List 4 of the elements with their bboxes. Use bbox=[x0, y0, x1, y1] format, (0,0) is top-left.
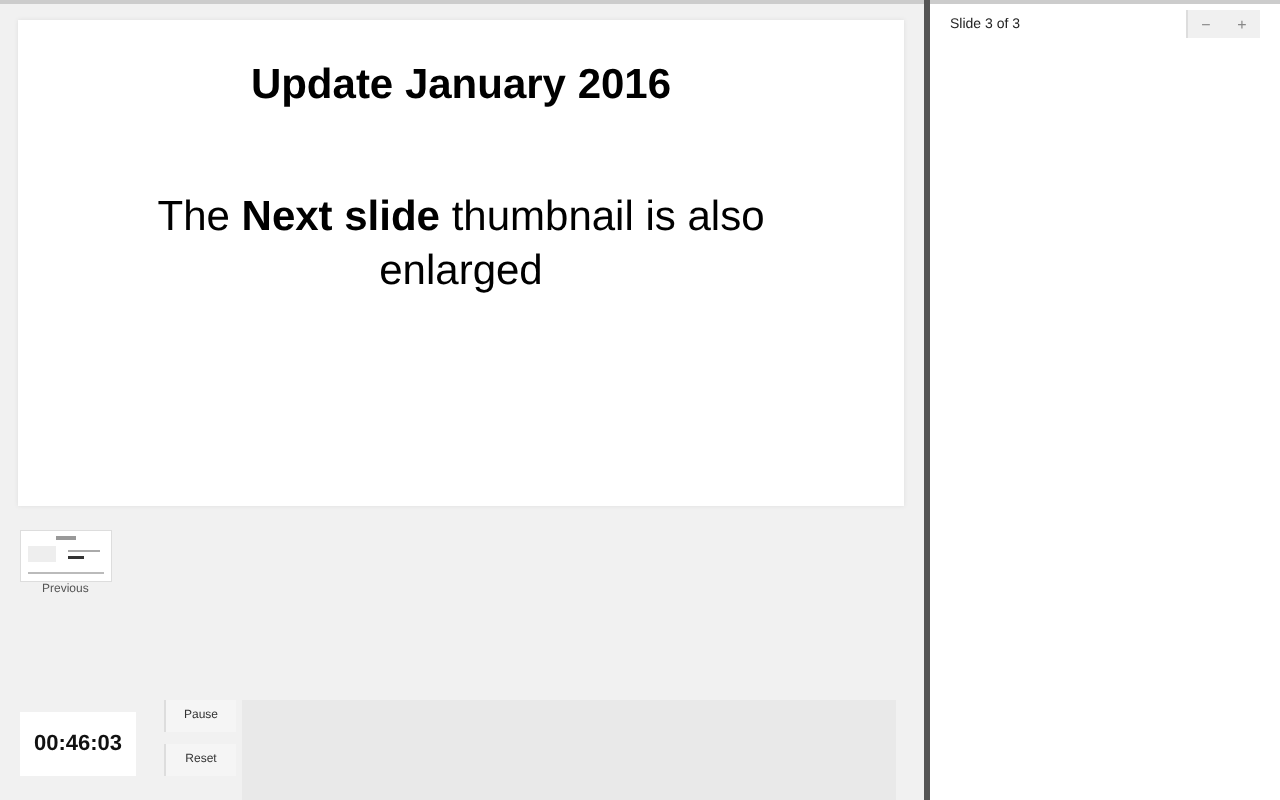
slide-text: The Next slide thumbnail is also enlarged bbox=[155, 192, 767, 298]
slide-title: Update January 2016 bbox=[250, 62, 672, 110]
timer-display: 00:46:03 bbox=[20, 712, 136, 776]
slide-thumbnail-drawing[interactable] bbox=[20, 530, 112, 582]
